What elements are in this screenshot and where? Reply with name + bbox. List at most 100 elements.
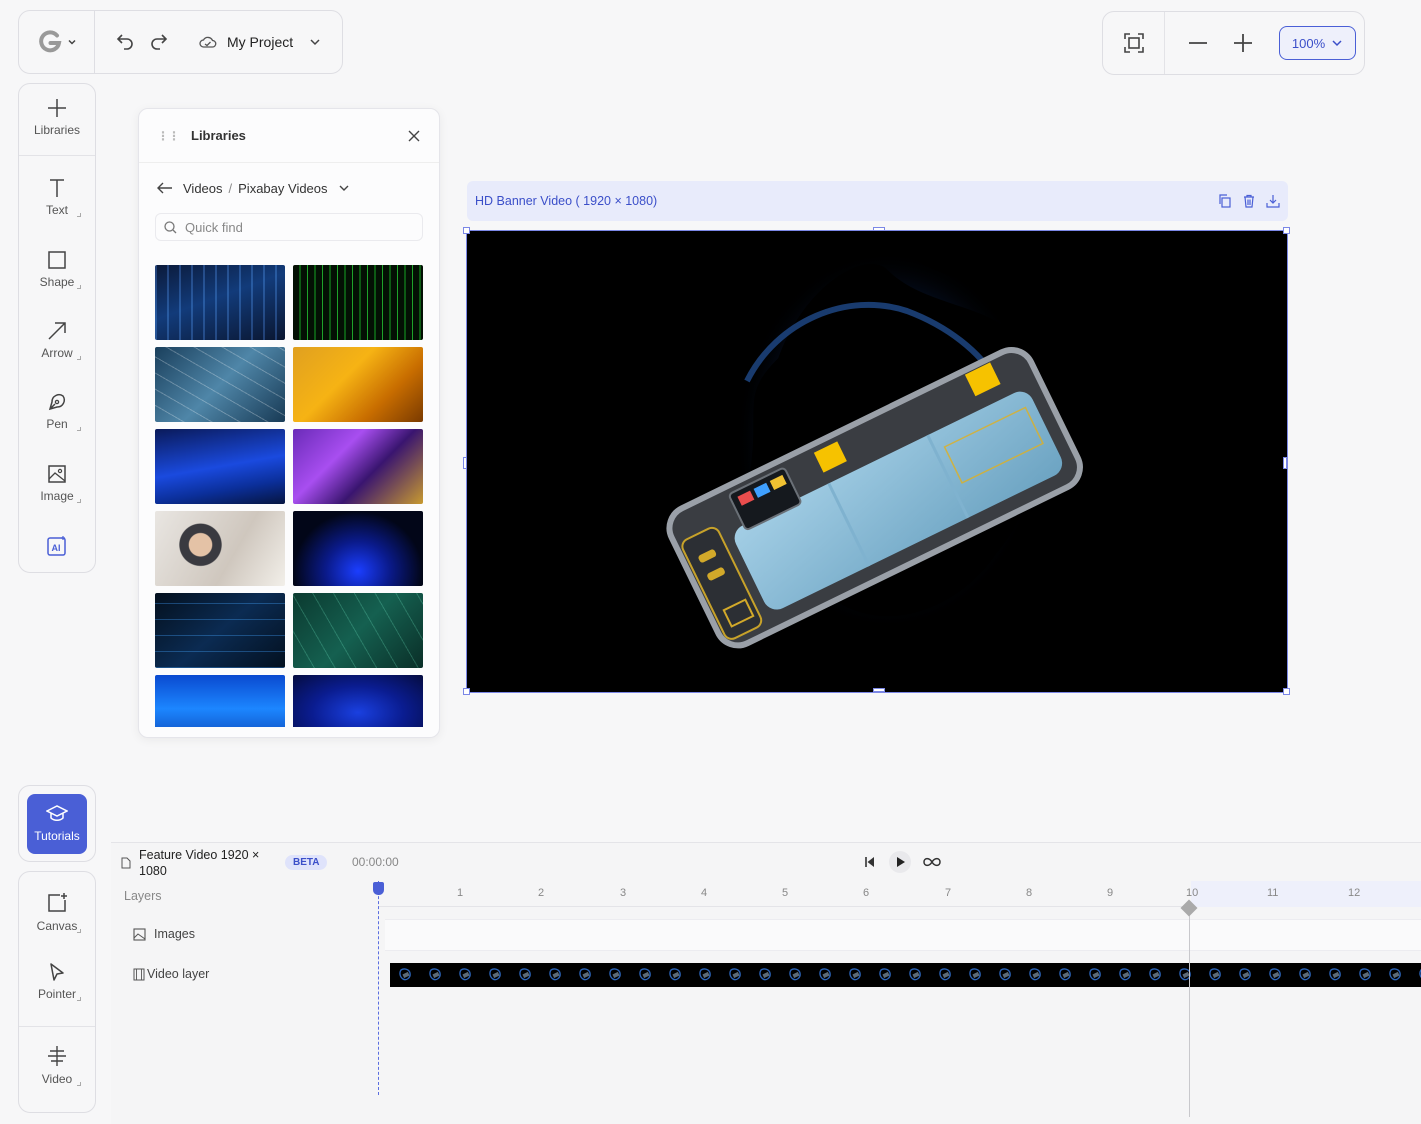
breadcrumb-separator: / (228, 180, 233, 196)
artboard-title[interactable]: HD Banner Video ( 1920 × 1080) (475, 194, 657, 208)
cloud-icon (199, 36, 217, 48)
tool-image[interactable]: Image (19, 464, 95, 503)
video-thumbnail[interactable] (155, 265, 285, 340)
video-frame-thumb (1410, 963, 1421, 987)
back-arrow-icon[interactable] (157, 182, 173, 194)
end-marker[interactable] (1189, 907, 1190, 1117)
tool-pointer[interactable]: Pointer (19, 962, 95, 1001)
video-thumbnail[interactable] (155, 593, 285, 668)
video-thumbnail[interactable] (293, 265, 423, 340)
video-frame-thumb (450, 963, 480, 987)
trash-icon[interactable] (1242, 194, 1256, 208)
video-frame-thumb (900, 963, 930, 987)
video-thumbnail[interactable] (155, 347, 285, 422)
zoom-level-value: 100% (1291, 35, 1326, 51)
zoom-level-select[interactable]: 100% (1279, 26, 1356, 60)
video-frame-thumb (510, 963, 540, 987)
chevron-down-icon[interactable] (338, 182, 350, 194)
copy-icon[interactable] (1218, 194, 1232, 208)
project-name: My Project (227, 34, 294, 50)
ruler-tick: 5 (782, 887, 789, 899)
video-frame-thumb (1350, 963, 1380, 987)
timeline-title: Feature Video 1920 × 1080 (121, 847, 269, 879)
video-frame-thumb (420, 963, 450, 987)
video-frame-thumb (390, 963, 420, 987)
video-canvas[interactable] (463, 227, 1290, 695)
text-icon (50, 179, 64, 197)
ruler-tick: 8 (1026, 887, 1033, 899)
video-frame-thumb (1110, 963, 1140, 987)
playhead-handle[interactable] (373, 882, 384, 895)
drag-handle-icon[interactable]: ⋮⋮ (157, 129, 180, 143)
chevron-down-icon (310, 39, 320, 46)
bottom-toolbar: Canvas Pointer Video (18, 871, 96, 1113)
video-frame-thumb (960, 963, 990, 987)
file-icon (121, 857, 131, 869)
ruler-tick: 2 (538, 887, 545, 899)
images-track[interactable] (385, 919, 1421, 951)
fit-to-screen-button[interactable] (1103, 12, 1165, 74)
video-thumbnail[interactable] (293, 347, 423, 422)
breadcrumb-root[interactable]: Videos (183, 181, 223, 196)
tool-canvas[interactable]: Canvas (19, 892, 95, 933)
video-thumbnail[interactable] (155, 675, 285, 727)
tool-arrow[interactable]: Arrow (19, 321, 95, 360)
video-thumbnail[interactable] (293, 429, 423, 504)
video-frame-thumb (1230, 963, 1260, 987)
tool-video[interactable]: Video (19, 1045, 95, 1086)
quick-find-input[interactable] (185, 219, 385, 235)
redo-icon[interactable] (149, 32, 169, 52)
video-thumbnail[interactable] (155, 511, 285, 586)
minus-icon (1188, 42, 1207, 44)
video-frame-thumb (600, 963, 630, 987)
layer-video[interactable]: Video layer (133, 967, 209, 981)
left-toolbar: Libraries Text Shape Arrow Pen Image AI (18, 83, 96, 573)
layer-label: Images (154, 927, 195, 941)
video-frame-thumb (990, 963, 1020, 987)
video-track-clip[interactable] (390, 963, 1421, 987)
tool-ai[interactable]: AI (19, 535, 95, 557)
tool-pen[interactable]: Pen (19, 392, 95, 431)
tutorials-button[interactable]: Tutorials (27, 793, 87, 854)
download-icon[interactable] (1266, 194, 1280, 208)
video-frame-thumb (930, 963, 960, 987)
project-selector[interactable]: My Project (199, 34, 321, 50)
close-icon[interactable] (407, 129, 421, 143)
zoom-out-button[interactable] (1175, 32, 1220, 54)
quick-find-field[interactable] (155, 213, 423, 241)
tool-label: Shape (39, 275, 75, 289)
ruler-tick: 6 (863, 887, 870, 899)
video-frame-thumb (1140, 963, 1170, 987)
zoom-in-button[interactable] (1220, 32, 1265, 54)
video-frame-thumb (1050, 963, 1080, 987)
pointer-icon (50, 963, 64, 981)
breadcrumb: Videos / Pixabay Videos (139, 163, 439, 213)
skip-back-icon[interactable] (863, 855, 877, 869)
libraries-title: Libraries (191, 128, 246, 143)
timeline-title-text[interactable]: Feature Video 1920 × 1080 (139, 847, 269, 879)
video-thumbnail[interactable] (293, 511, 423, 586)
undo-icon[interactable] (115, 32, 135, 52)
tool-text[interactable]: Text (19, 178, 95, 217)
video-frame-thumb (810, 963, 840, 987)
video-frame-thumb (1200, 963, 1230, 987)
video-thumbnail[interactable] (293, 593, 423, 668)
tool-shape[interactable]: Shape (19, 250, 95, 289)
breadcrumb-current[interactable]: Pixabay Videos (238, 181, 327, 196)
chevron-down-icon (67, 39, 76, 45)
logo-menu-button[interactable] (19, 11, 95, 73)
video-thumbnail[interactable] (293, 675, 423, 727)
video-thumbnail[interactable] (155, 429, 285, 504)
timeline-ruler[interactable]: 1 2 3 4 5 6 7 8 9 10 11 12 (378, 881, 1421, 907)
tool-label: Pen (46, 417, 68, 431)
play-button[interactable] (889, 851, 911, 873)
tool-label: Video (41, 1072, 73, 1086)
ruler-tick: 1 (457, 887, 464, 899)
loop-icon[interactable] (923, 856, 941, 868)
canvas-icon (48, 893, 67, 912)
timeline-layers-column: Layers Images Video layer (111, 881, 369, 1124)
layer-images[interactable]: Images (133, 927, 195, 941)
tool-label: Arrow (41, 346, 73, 360)
video-frame-thumb (780, 963, 810, 987)
tool-libraries[interactable]: Libraries (19, 98, 95, 137)
